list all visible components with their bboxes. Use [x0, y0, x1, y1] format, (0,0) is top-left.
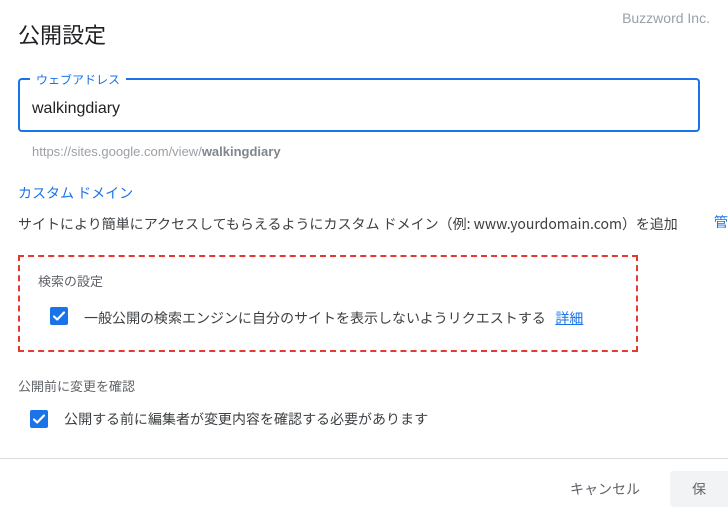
cancel-button[interactable]: キャンセル	[548, 471, 662, 507]
publish-dialog: 公開設定 ウェブアドレス https://sites.google.com/vi…	[0, 0, 728, 429]
search-settings-title: 検索の設定	[38, 271, 618, 290]
custom-domain-description: サイトにより簡単にアクセスしてもらえるようにカスタム ドメイン（例: www.y…	[18, 213, 728, 235]
url-preview: https://sites.google.com/view/walkingdia…	[32, 144, 728, 159]
search-settings-section: 検索の設定 一般公開の検索エンジンに自分のサイトを表示しないようリクエストする …	[18, 255, 638, 352]
custom-domain-section: カスタム ドメイン サイトにより簡単にアクセスしてもらえるようにカスタム ドメイ…	[18, 183, 728, 235]
search-checkbox[interactable]	[50, 307, 68, 325]
review-settings-title: 公開前に変更を確認	[18, 376, 728, 395]
search-checkbox-label: 一般公開の検索エンジンに自分のサイトを表示しないようリクエストする	[84, 308, 546, 328]
search-settings-row: 一般公開の検索エンジンに自分のサイトを表示しないようリクエストする 詳細	[38, 304, 618, 328]
review-settings-section: 公開前に変更を確認 公開する前に編集者が変更内容を確認する必要があります	[18, 376, 728, 429]
review-checkbox-label: 公開する前に編集者が変更内容を確認する必要があります	[64, 409, 428, 429]
url-preview-slug: walkingdiary	[202, 144, 281, 159]
checkmark-icon	[30, 410, 48, 428]
review-checkbox[interactable]	[30, 410, 48, 428]
checkmark-icon	[50, 307, 68, 325]
manage-link[interactable]: 管	[714, 212, 728, 232]
web-address-label: ウェブアドレス	[30, 71, 126, 88]
watermark: Buzzword Inc.	[622, 10, 710, 26]
dialog-footer: キャンセル 保	[0, 458, 728, 518]
save-button[interactable]: 保	[670, 471, 728, 507]
url-preview-prefix: https://sites.google.com/view/	[32, 144, 202, 159]
web-address-input[interactable]	[32, 100, 686, 118]
custom-domain-link[interactable]: カスタム ドメイン	[18, 183, 728, 203]
web-address-field[interactable]: ウェブアドレス	[18, 78, 700, 132]
review-settings-row: 公開する前に編集者が変更内容を確認する必要があります	[18, 409, 728, 429]
search-checkbox-label-wrap: 一般公開の検索エンジンに自分のサイトを表示しないようリクエストする 詳細	[84, 304, 583, 328]
search-details-link[interactable]: 詳細	[555, 308, 583, 328]
